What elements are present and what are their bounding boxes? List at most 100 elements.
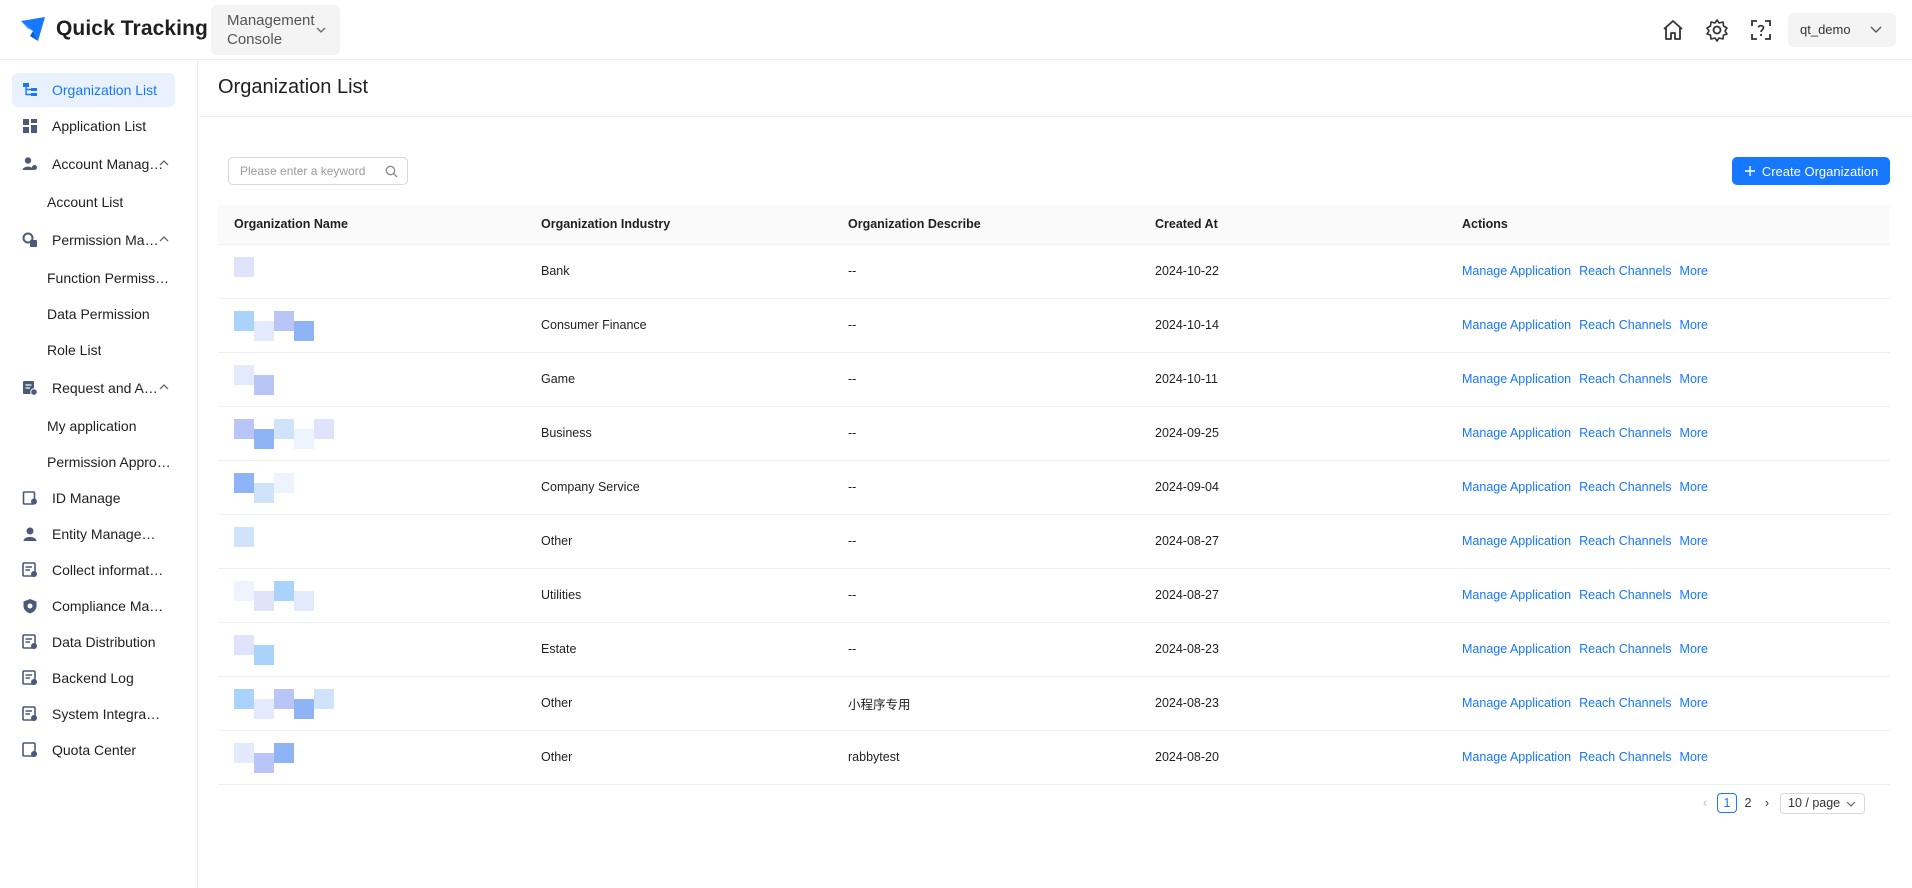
- redacted-name-image: [218, 299, 348, 352]
- manage-application-link[interactable]: Manage Application: [1462, 426, 1571, 440]
- sidebar-item-quota-center[interactable]: Quota Center: [12, 733, 175, 767]
- sidebar-item-permission-management[interactable]: Permission Management: [12, 223, 175, 257]
- manage-application-link[interactable]: Manage Application: [1462, 750, 1571, 764]
- home-icon[interactable]: [1660, 17, 1686, 43]
- mosaic-tile: [314, 418, 334, 439]
- manage-application-link[interactable]: Manage Application: [1462, 318, 1571, 332]
- redacted-name-image: [218, 353, 348, 406]
- page-size-select[interactable]: 10 / page: [1780, 793, 1865, 814]
- sidebar-item-request-approval[interactable]: Request and Approval: [12, 371, 175, 405]
- mosaic-tile: [254, 374, 274, 395]
- reach-channels-link[interactable]: Reach Channels: [1579, 318, 1671, 332]
- user-menu[interactable]: qt_demo: [1788, 13, 1896, 47]
- column-header-name[interactable]: Organization Name: [218, 205, 525, 245]
- more-link[interactable]: More: [1680, 318, 1708, 332]
- organization-name-cell: [218, 676, 525, 731]
- sidebar-item-collect-information[interactable]: Collect information: [12, 553, 175, 587]
- actions-cell: Manage Application Reach Channels More: [1446, 730, 1890, 785]
- reach-channels-link[interactable]: Reach Channels: [1579, 750, 1671, 764]
- redacted-name-image: [218, 731, 348, 784]
- column-header-describe[interactable]: Organization Describe: [832, 205, 1139, 245]
- table-row: Other rabbytest 2024-08-20 Manage Applicati…: [218, 730, 1890, 785]
- chevron-up-icon: [159, 384, 169, 390]
- search-icon[interactable]: [385, 165, 398, 178]
- more-link[interactable]: More: [1680, 426, 1708, 440]
- reach-channels-link[interactable]: Reach Channels: [1579, 264, 1671, 278]
- actions-cell: Manage Application Reach Channels More: [1446, 676, 1890, 731]
- column-header-industry[interactable]: Organization Industry: [525, 205, 832, 245]
- reach-channels-link[interactable]: Reach Channels: [1579, 534, 1671, 548]
- sidebar-item-label: Compliance Management: [52, 598, 164, 614]
- sidebar-item-account-management[interactable]: Account Management: [12, 147, 175, 181]
- log-icon: [22, 670, 37, 685]
- actions-cell: Manage Application Reach Channels More: [1446, 514, 1890, 569]
- sidebar-subitem-data-permission[interactable]: Data Permission: [47, 297, 150, 331]
- gear-icon[interactable]: [1704, 17, 1730, 43]
- pagination-next-icon[interactable]: ›: [1760, 793, 1774, 813]
- mosaic-tile: [234, 310, 254, 331]
- sidebar-subitem-my-application[interactable]: My application: [47, 409, 137, 443]
- pagination-page-1[interactable]: 1: [1717, 793, 1737, 813]
- sidebar-item-data-distribution[interactable]: Data Distribution: [12, 625, 175, 659]
- cell-describe: --: [832, 568, 1139, 623]
- pagination-prev-icon[interactable]: ‹: [1698, 793, 1712, 813]
- column-header-created-at[interactable]: Created At: [1139, 205, 1446, 245]
- console-switcher[interactable]: Management Console: [211, 5, 340, 55]
- search-box[interactable]: [228, 157, 408, 185]
- cell-describe: --: [832, 298, 1139, 353]
- more-link[interactable]: More: [1680, 264, 1708, 278]
- reach-channels-link[interactable]: Reach Channels: [1579, 372, 1671, 386]
- cell-industry: Utilities: [525, 568, 832, 623]
- more-link[interactable]: More: [1680, 372, 1708, 386]
- mosaic-tile: [234, 364, 254, 385]
- manage-application-link[interactable]: Manage Application: [1462, 534, 1571, 548]
- more-link[interactable]: More: [1680, 750, 1708, 764]
- sidebar-subitem-function-permission[interactable]: Function Permission: [47, 261, 171, 295]
- sidebar-item-entity-management[interactable]: Entity Management: [12, 517, 175, 551]
- create-organization-button[interactable]: Create Organization: [1732, 157, 1890, 185]
- actions-cell: Manage Application Reach Channels More: [1446, 244, 1890, 299]
- reach-channels-link[interactable]: Reach Channels: [1579, 642, 1671, 656]
- sidebar-item-label: Account Management: [52, 156, 164, 172]
- sidebar-item-application-list[interactable]: Application List: [12, 109, 175, 143]
- search-input[interactable]: [229, 158, 379, 184]
- more-link[interactable]: More: [1680, 642, 1708, 656]
- actions-cell: Manage Application Reach Channels More: [1446, 568, 1890, 623]
- sidebar-item-backend-log[interactable]: Backend Log: [12, 661, 175, 695]
- more-link[interactable]: More: [1680, 480, 1708, 494]
- manage-application-link[interactable]: Manage Application: [1462, 696, 1571, 710]
- table-row: Estate -- 2024-08-23 Manage Application Reac…: [218, 622, 1890, 677]
- app-logo[interactable]: Quick Tracking: [18, 14, 208, 44]
- table-row: Other 小程序专用 2024-08-23 Manage Application Re…: [218, 676, 1890, 731]
- table-row: Other -- 2024-08-27 Manage Application Reach…: [218, 514, 1890, 569]
- mosaic-tile: [254, 590, 274, 611]
- sidebar-item-organization-list[interactable]: Organization List: [12, 73, 175, 107]
- sidebar-item-compliance-management[interactable]: Compliance Management: [12, 589, 175, 623]
- sidebar-subitem-account-list[interactable]: Account List: [47, 185, 123, 219]
- reach-channels-link[interactable]: Reach Channels: [1579, 426, 1671, 440]
- manage-application-link[interactable]: Manage Application: [1462, 642, 1571, 656]
- more-link[interactable]: More: [1680, 534, 1708, 548]
- sidebar-item-system-integration[interactable]: System Integration: [12, 697, 175, 731]
- reach-channels-link[interactable]: Reach Channels: [1579, 480, 1671, 494]
- more-link[interactable]: More: [1680, 696, 1708, 710]
- mosaic-tile: [254, 698, 274, 719]
- sidebar-item-label: Request and Approval: [52, 380, 164, 396]
- chevron-down-icon: [316, 27, 326, 33]
- more-link[interactable]: More: [1680, 588, 1708, 602]
- pagination-page-2[interactable]: 2: [1738, 793, 1758, 813]
- table-row: Game -- 2024-10-11 Manage Application Reach …: [218, 352, 1890, 407]
- manage-application-link[interactable]: Manage Application: [1462, 264, 1571, 278]
- app-grid-icon: [23, 119, 37, 133]
- reach-channels-link[interactable]: Reach Channels: [1579, 696, 1671, 710]
- mosaic-tile: [234, 580, 254, 601]
- manage-application-link[interactable]: Manage Application: [1462, 480, 1571, 494]
- sidebar-subitem-permission-approval[interactable]: Permission Approval: [47, 445, 171, 479]
- cell-describe: --: [832, 514, 1139, 569]
- manage-application-link[interactable]: Manage Application: [1462, 588, 1571, 602]
- sidebar-subitem-role-list[interactable]: Role List: [47, 333, 101, 367]
- sidebar-item-id-manage[interactable]: ID Manage: [12, 481, 175, 515]
- manage-application-link[interactable]: Manage Application: [1462, 372, 1571, 386]
- reach-channels-link[interactable]: Reach Channels: [1579, 588, 1671, 602]
- help-scan-icon[interactable]: [1748, 17, 1774, 43]
